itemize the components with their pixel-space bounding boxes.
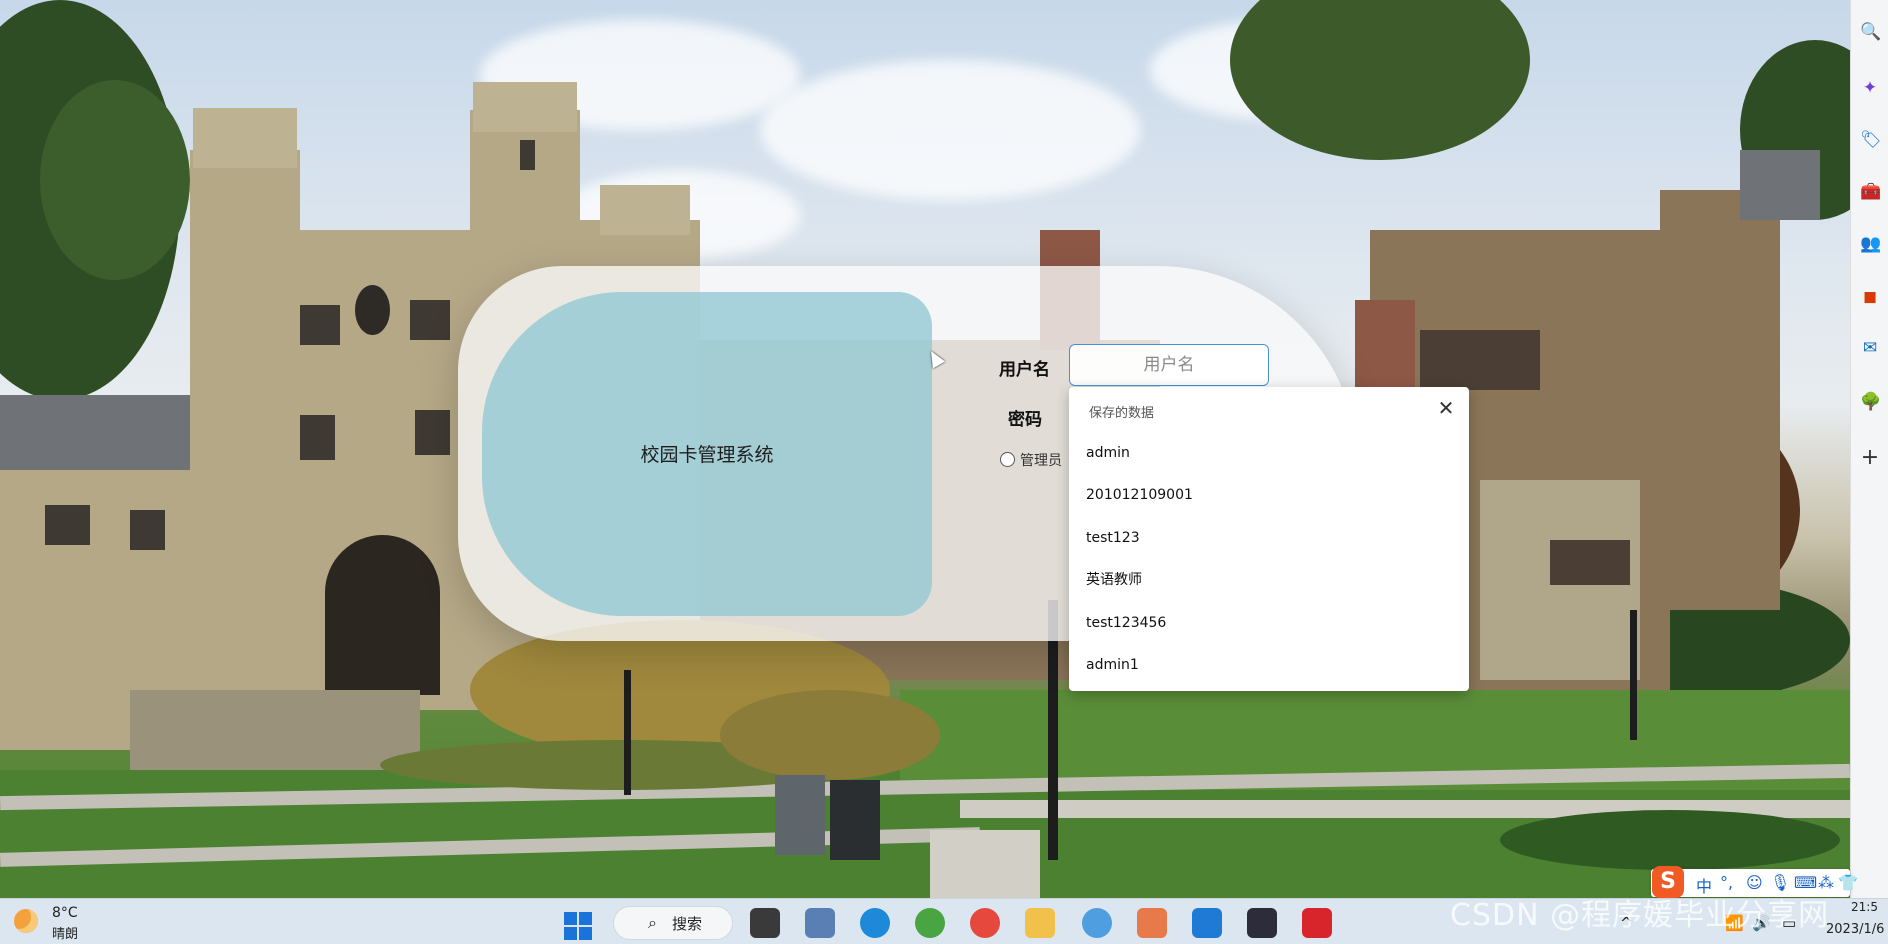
autofill-item-201012109001[interactable]: 201012109001 [1069, 474, 1469, 516]
taskbar-clock-date[interactable]: 2023/1/6 [1826, 922, 1884, 937]
toolbox-icon[interactable]: 🧰 [1860, 182, 1881, 202]
close-icon[interactable]: ✕ [1433, 395, 1459, 421]
search-icon[interactable]: 🔍 [1860, 22, 1881, 42]
role-radio-admin[interactable] [1000, 452, 1015, 467]
username-input[interactable] [1069, 344, 1269, 386]
ie-browser-icon[interactable] [915, 908, 945, 938]
moon-weather-icon[interactable] [14, 909, 38, 933]
autofill-dropdown: 保存的数据 ✕ admin 201012109001 test123 英语教师 … [1069, 387, 1469, 691]
autofill-item-test123[interactable]: test123 [1069, 517, 1469, 559]
task-view-icon[interactable] [750, 908, 780, 938]
add-icon[interactable]: + [1860, 447, 1880, 469]
autofill-item-test123456[interactable]: test123456 [1069, 602, 1469, 644]
tree-icon[interactable]: 🌳 [1860, 392, 1881, 412]
sparkle-icon[interactable]: ✦ [1860, 78, 1880, 98]
photos-app-icon[interactable] [1082, 908, 1112, 938]
people-icon[interactable]: 👥 [1860, 234, 1881, 254]
edge-browser-icon[interactable] [860, 908, 890, 938]
chrome-browser-icon[interactable] [970, 908, 1000, 938]
jetbrains-ide-icon[interactable] [1247, 908, 1277, 938]
browser-sidebar: 🔍 ✦ 🏷 🧰 👥 ◼ ✉ 🌳 + [1850, 0, 1888, 898]
autofill-item-admin1[interactable]: admin1 [1069, 644, 1469, 686]
username-label: 用户名 [999, 360, 1050, 380]
autofill-item-admin[interactable]: admin [1069, 432, 1469, 474]
phone-link-icon[interactable] [1192, 908, 1222, 938]
outlook-icon[interactable]: ✉ [1860, 338, 1880, 358]
taskbar-search-label: 搜索 [672, 915, 703, 933]
weather-description[interactable]: 晴朗 [52, 923, 78, 942]
taskbar-clock-time[interactable]: 21:5 [1851, 900, 1878, 914]
csdn-watermark: CSDN @程序媛毕业分享网 [1450, 898, 1830, 933]
office-icon[interactable]: ◼ [1860, 287, 1880, 307]
autofill-header: 保存的数据 [1089, 406, 1155, 421]
terminal-app-icon[interactable] [805, 908, 835, 938]
file-explorer-icon[interactable] [1025, 908, 1055, 938]
windows-start-icon[interactable] [564, 912, 592, 940]
paint-app-icon[interactable] [1137, 908, 1167, 938]
role-radio-admin-label: 管理员 [1020, 453, 1062, 469]
autofill-item-english-teacher[interactable]: 英语教师 [1069, 559, 1469, 601]
weather-temperature[interactable]: 8°C [52, 905, 78, 921]
system-title: 校园卡管理系统 [640, 444, 774, 466]
wps-office-icon[interactable] [1302, 908, 1332, 938]
tag-icon[interactable]: 🏷 [1860, 130, 1882, 150]
search-icon: ⌕ [648, 913, 657, 932]
password-label: 密码 [1008, 410, 1042, 430]
ime-skin-icon[interactable]: 👕 [1838, 873, 1858, 892]
